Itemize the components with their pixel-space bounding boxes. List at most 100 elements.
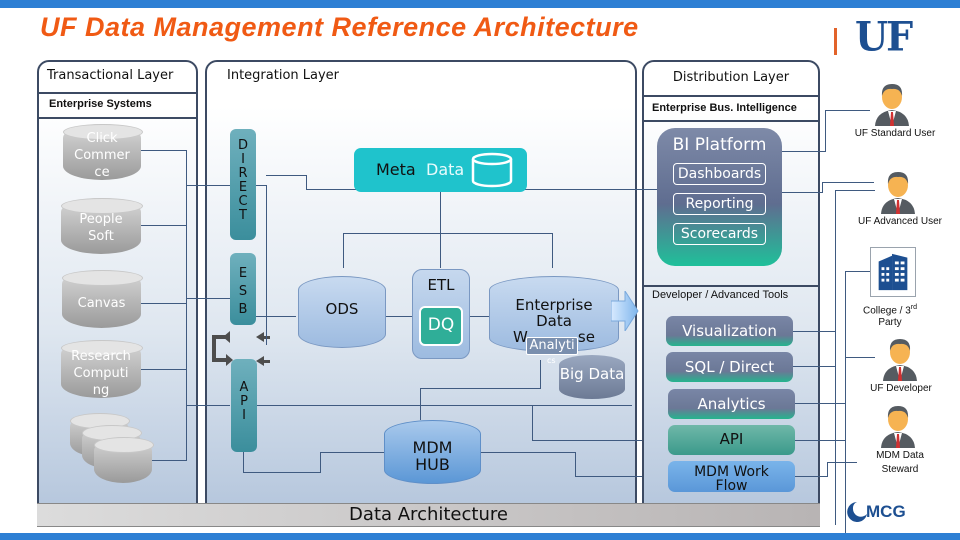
connector bbox=[845, 357, 875, 358]
divider bbox=[39, 117, 196, 119]
connector bbox=[266, 175, 306, 176]
connector bbox=[480, 452, 575, 453]
steward-label: Steward bbox=[881, 464, 919, 475]
esb-label: E S B bbox=[238, 266, 248, 317]
connector bbox=[782, 151, 825, 152]
divider bbox=[644, 95, 818, 97]
connector bbox=[835, 190, 875, 191]
connector bbox=[795, 476, 827, 477]
connector bbox=[243, 452, 244, 472]
etl-box: ETL DQ bbox=[412, 269, 470, 359]
system-label: Click Commer ce bbox=[74, 131, 130, 180]
page-title: UF Data Management Reference Architectur… bbox=[40, 12, 639, 42]
data-quality-box: DQ bbox=[419, 306, 463, 346]
system-label: Canvas bbox=[77, 296, 126, 311]
connector bbox=[186, 298, 230, 299]
metadata-label: Meta bbox=[376, 160, 416, 179]
user-label-mdm-steward: MDM Data Steward bbox=[860, 449, 940, 477]
system-canvas: Canvas bbox=[62, 270, 143, 328]
top-accent-bar bbox=[0, 0, 960, 8]
user-label-advanced: UF Advanced User bbox=[858, 216, 942, 227]
connector bbox=[822, 182, 874, 183]
bi-platform-title: BI Platform bbox=[672, 135, 767, 155]
connector bbox=[827, 462, 857, 463]
edw-label: se bbox=[577, 328, 595, 346]
person-icon bbox=[881, 172, 915, 214]
connector bbox=[822, 182, 823, 193]
connector bbox=[845, 271, 870, 272]
user-label-developer: UF Developer bbox=[870, 383, 932, 394]
connector bbox=[257, 405, 632, 406]
connector bbox=[827, 462, 828, 477]
divider bbox=[39, 92, 196, 94]
connector bbox=[575, 452, 576, 476]
connector bbox=[825, 110, 826, 152]
ods-database: ODS bbox=[298, 276, 386, 348]
analytics-overlay-label: Analyti bbox=[526, 337, 578, 355]
logo-divider bbox=[834, 28, 837, 55]
integration-layer-title: Integration Layer bbox=[227, 68, 340, 83]
divider bbox=[644, 285, 818, 287]
connector bbox=[306, 175, 307, 189]
tool-mdm-workflow[interactable]: MDM Work Flow bbox=[668, 461, 795, 494]
tool-analytics[interactable]: Analytics bbox=[668, 389, 795, 419]
connector bbox=[540, 360, 541, 388]
mdm-workflow-label: MDM Work bbox=[694, 464, 769, 480]
building-icon-frame bbox=[870, 247, 916, 297]
connector bbox=[532, 405, 533, 440]
bi-item-dashboards[interactable]: Dashboards bbox=[673, 163, 766, 185]
big-data-label: Big Data bbox=[559, 365, 625, 383]
connector bbox=[186, 150, 187, 461]
esb-channel: E S B bbox=[230, 253, 256, 325]
tool-sql-direct[interactable]: SQL / Direct bbox=[666, 352, 793, 382]
steward-label: MDM Data bbox=[876, 450, 924, 461]
connector bbox=[420, 388, 541, 389]
data-architecture-bar: Data Architecture bbox=[37, 503, 820, 527]
mdm-hub-label: HUB bbox=[415, 455, 450, 474]
connector bbox=[266, 185, 267, 345]
system-research-computing: Research Computi ng bbox=[61, 340, 143, 398]
connector bbox=[256, 185, 266, 186]
user-label-standard: UF Standard User bbox=[854, 128, 936, 139]
direct-channel: D I R E C T bbox=[230, 129, 256, 240]
api-channel: A P I bbox=[231, 359, 257, 452]
connector bbox=[150, 460, 187, 461]
connector bbox=[343, 233, 553, 234]
metadata-label: Data bbox=[426, 160, 465, 179]
tool-api[interactable]: API bbox=[668, 425, 795, 455]
big-data-database: Big Data bbox=[559, 355, 625, 399]
college-label-line2: Party bbox=[878, 317, 902, 329]
connector bbox=[140, 369, 187, 370]
divider bbox=[644, 120, 818, 122]
bidirectional-arrow-icon bbox=[212, 331, 233, 366]
system-peoplesoft: People Soft bbox=[61, 198, 143, 254]
connector bbox=[343, 233, 344, 268]
etl-label: ETL bbox=[427, 276, 455, 294]
user-label-college: College / 3rd Party bbox=[850, 302, 930, 329]
dev-tools-heading: Developer / Advanced Tools bbox=[652, 289, 789, 301]
metadata-box: Meta Data bbox=[354, 148, 527, 192]
connector bbox=[186, 185, 230, 186]
connector bbox=[320, 452, 321, 473]
connector bbox=[186, 405, 230, 406]
bi-item-reporting[interactable]: Reporting bbox=[673, 193, 766, 215]
connector bbox=[793, 366, 835, 367]
tool-visualization[interactable]: Visualization bbox=[666, 316, 793, 346]
transactional-layer-title: Transactional Layer bbox=[47, 68, 174, 83]
inbound-arrow-icon bbox=[256, 332, 270, 366]
bi-item-scorecards[interactable]: Scorecards bbox=[673, 223, 766, 245]
edw-label: Enterprise bbox=[515, 296, 593, 314]
enterprise-bi-heading: Enterprise Bus. Intelligence bbox=[652, 102, 797, 114]
person-icon bbox=[883, 339, 917, 381]
person-icon bbox=[875, 84, 909, 126]
mdm-workflow-label: Flow bbox=[715, 478, 748, 494]
ods-label: ODS bbox=[325, 300, 359, 318]
right-arrow-icon bbox=[611, 291, 639, 331]
college-label: College / 3 bbox=[862, 305, 911, 317]
connector bbox=[782, 192, 822, 193]
connector bbox=[140, 150, 187, 151]
connector bbox=[440, 190, 441, 268]
connector bbox=[140, 225, 187, 226]
edw-label: Data bbox=[536, 312, 572, 330]
bi-platform: BI Platform Dashboards Reporting Scoreca… bbox=[657, 128, 782, 266]
